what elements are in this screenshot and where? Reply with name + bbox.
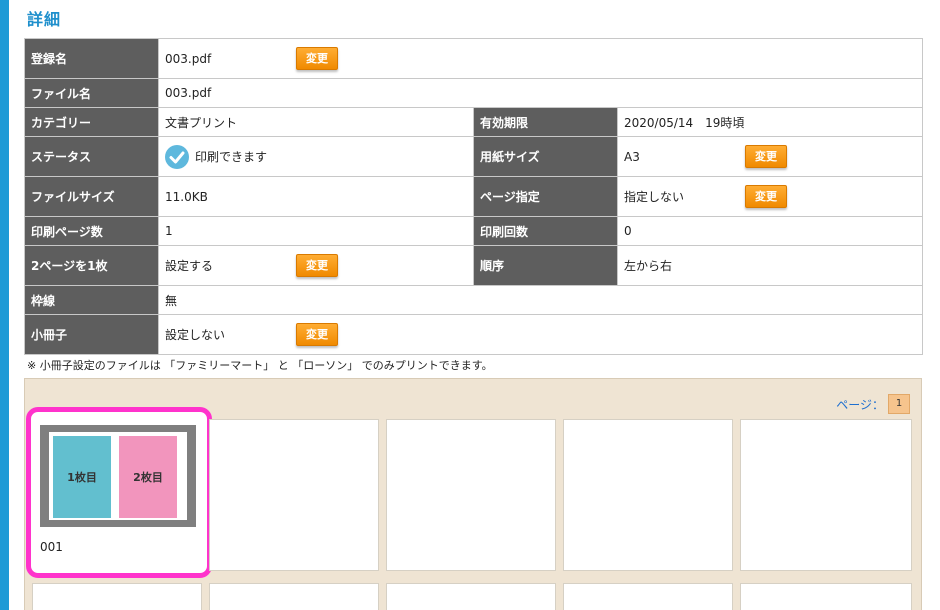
page-spec-value: 指定しない	[624, 190, 685, 204]
paper-size-value: A3	[624, 149, 640, 164]
order-label: 順序	[473, 245, 618, 286]
page-title: 詳細	[27, 10, 62, 29]
status-label: ステータス	[24, 136, 159, 177]
registered-name-label: 登録名	[24, 38, 159, 79]
row-print-pages: 印刷ページ数 1 印刷回数 0	[24, 216, 924, 246]
booklet-note: ※ 小冊子設定のファイルは 「ファミリーマート」 と 「ローソン」 でのみプリン…	[27, 359, 493, 372]
thumbnail-slot	[563, 419, 733, 571]
thumbnail-label: 001	[40, 540, 63, 554]
print-pages-value: 1	[158, 216, 474, 246]
row-status: ステータス 印刷できます 用紙サイズ A3 変更	[24, 136, 924, 177]
row-booklet: 小冊子 設定しない 変更	[24, 314, 924, 355]
page-spec-label: ページ指定	[473, 176, 618, 217]
booklet-value: 設定しない	[165, 328, 226, 342]
two-in-one-value: 設定する	[165, 259, 214, 273]
expiry-label: 有効期限	[473, 107, 618, 137]
category-value: 文書プリント	[158, 107, 474, 137]
pager-page-1[interactable]: 1	[888, 394, 910, 414]
print-pages-label: 印刷ページ数	[24, 216, 159, 246]
pager-label: ページ：	[836, 397, 884, 412]
change-page-spec-button[interactable]: 変更	[745, 184, 787, 208]
row-category: カテゴリー 文書プリント 有効期限 2020/05/14 19時頃	[24, 107, 924, 137]
pager: ページ： 1	[836, 394, 910, 414]
thumbnail-slot	[740, 583, 912, 610]
row-registered-name: 登録名 003.pdf 変更	[24, 38, 924, 79]
thumbnail-selected[interactable]: 1枚目 2枚目 001	[26, 407, 212, 578]
change-registered-name-button[interactable]: 変更	[296, 46, 338, 70]
file-name-label: ファイル名	[24, 78, 159, 108]
file-name-value: 003.pdf	[157, 78, 924, 108]
preview-area: ページ： 1 1枚目 2枚目 001	[24, 378, 922, 610]
thumbnail-page-1: 1枚目	[53, 436, 111, 518]
check-circle-icon	[165, 144, 189, 169]
category-label: カテゴリー	[24, 107, 159, 137]
thumbnail-slot	[386, 583, 556, 610]
registered-name-value: 003.pdf	[165, 51, 212, 66]
thumbnail-slot	[209, 583, 379, 610]
detail-table: 登録名 003.pdf 変更 ファイル名 003.pdf カテゴリー 文書プリン…	[24, 38, 924, 355]
border-label: 枠線	[24, 285, 159, 315]
thumbnail-slot	[740, 419, 912, 571]
print-count-label: 印刷回数	[473, 216, 618, 246]
print-count-value: 0	[616, 216, 924, 246]
status-value: 印刷できます	[195, 150, 268, 164]
file-size-label: ファイルサイズ	[24, 176, 159, 217]
booklet-label: 小冊子	[24, 314, 159, 355]
left-accent-bar	[0, 0, 9, 610]
order-value: 左から右	[616, 245, 924, 286]
border-value: 無	[157, 285, 924, 315]
row-file-size: ファイルサイズ 11.0KB ページ指定 指定しない 変更	[24, 176, 924, 217]
thumbnail-page-2: 2枚目	[119, 436, 177, 518]
row-file-name: ファイル名 003.pdf	[24, 78, 924, 108]
row-two-in-one: 2ページを1枚 設定する 変更 順序 左から右	[24, 245, 924, 286]
change-paper-size-button[interactable]: 変更	[745, 144, 787, 168]
file-size-value: 11.0KB	[158, 176, 474, 217]
paper-size-label: 用紙サイズ	[473, 136, 618, 177]
change-booklet-button[interactable]: 変更	[296, 322, 338, 346]
thumbnail-slot	[563, 583, 733, 610]
thumbnail-slot	[32, 583, 202, 610]
two-in-one-label: 2ページを1枚	[24, 245, 159, 286]
thumbnail-sheet: 1枚目 2枚目	[40, 425, 196, 527]
row-border: 枠線 無	[24, 285, 924, 315]
thumbnail-slot	[386, 419, 556, 571]
change-two-in-one-button[interactable]: 変更	[296, 253, 338, 277]
thumbnail-slot	[209, 419, 379, 571]
expiry-value: 2020/05/14 19時頃	[616, 107, 924, 137]
